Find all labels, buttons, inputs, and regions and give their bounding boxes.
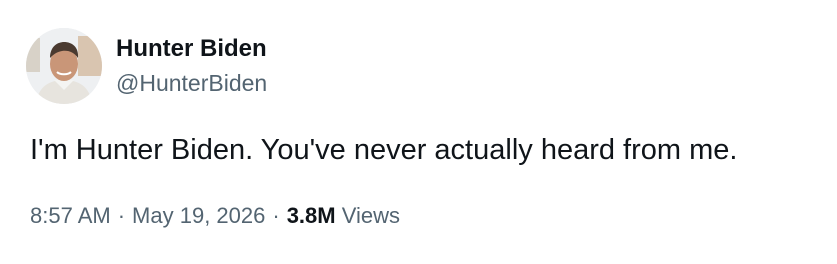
tweet-time: 8:57 AM <box>30 203 111 228</box>
tweet-timestamp-link[interactable]: 8:57 AM · May 19, 2026 <box>30 203 265 228</box>
views-label: Views <box>341 203 401 228</box>
meta-separator-views: · <box>272 203 280 228</box>
views-count: 3.8M <box>286 203 336 228</box>
tweet-text: I'm Hunter Biden. You've never actually … <box>30 134 738 166</box>
meta-separator: · <box>117 203 126 228</box>
author-handle[interactable]: @HunterBiden <box>116 68 267 98</box>
author-display-name[interactable]: Hunter Biden <box>116 34 267 64</box>
tweet-card: Hunter Biden @HunterBiden I'm Hunter Bid… <box>0 0 837 264</box>
profile-photo-icon <box>26 28 102 104</box>
views-link[interactable]: 3.8M Views <box>287 203 400 228</box>
tweet-header: Hunter Biden @HunterBiden <box>26 28 267 104</box>
avatar[interactable] <box>26 28 102 104</box>
tweet-meta: 8:57 AM · May 19, 2026 · 3.8M Views <box>30 201 400 231</box>
tweet-date: May 19, 2026 <box>132 203 266 228</box>
author-names: Hunter Biden @HunterBiden <box>116 34 267 98</box>
